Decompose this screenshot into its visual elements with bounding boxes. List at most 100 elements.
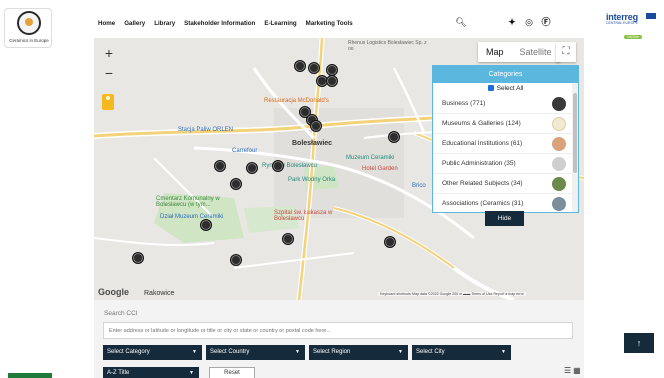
filter-row: Select Category ▼ Select Country ▼ Select … bbox=[103, 345, 511, 360]
poi-carrefour: Carrefour bbox=[232, 148, 258, 154]
category-label: Other Related Subjects (34) bbox=[442, 180, 523, 187]
poi-cemetery: Cmentarz Komunalny w Bolesławcu (w tym..… bbox=[156, 196, 220, 208]
zoom-out-button[interactable]: − bbox=[102, 66, 116, 80]
category-museums-icon bbox=[552, 117, 566, 131]
select-category-dropdown[interactable]: Select Category ▼ bbox=[103, 345, 202, 360]
nav-stakeholder-information[interactable]: Stakeholder Information bbox=[184, 20, 255, 27]
category-item-museums[interactable]: Museums & Galleries (124) bbox=[433, 114, 578, 134]
chevron-down-icon: ▼ bbox=[189, 370, 194, 376]
back-to-top-button[interactable]: ↑ bbox=[624, 333, 654, 353]
select-country-dropdown[interactable]: Select Country ▼ bbox=[206, 345, 305, 360]
category-item-other[interactable]: Other Related Subjects (34) bbox=[433, 174, 578, 194]
hide-categories-button[interactable]: Hide bbox=[485, 211, 524, 226]
category-item-public-admin[interactable]: Public Administration (35) bbox=[433, 154, 578, 174]
chevron-down-icon: ▼ bbox=[398, 349, 403, 355]
categories-scrollbar[interactable] bbox=[572, 83, 578, 212]
map-marker[interactable] bbox=[294, 60, 306, 72]
cookie-bar[interactable] bbox=[8, 373, 52, 378]
category-other-icon bbox=[552, 177, 566, 191]
interreg-badge: CerDee bbox=[624, 35, 643, 39]
map-marker[interactable] bbox=[272, 160, 284, 172]
map-marker[interactable] bbox=[384, 236, 396, 248]
nav-library[interactable]: Library bbox=[154, 20, 175, 27]
poi-museum2: Dział Muzeum Ceramiki bbox=[160, 214, 224, 220]
map-marker[interactable] bbox=[246, 162, 258, 174]
select-all-checkbox[interactable] bbox=[487, 84, 494, 91]
map-marker[interactable] bbox=[388, 131, 400, 143]
map-marker[interactable] bbox=[132, 252, 144, 264]
nav-gallery[interactable]: Gallery bbox=[124, 20, 145, 27]
select-all-label: Select All bbox=[496, 85, 524, 92]
arrow-up-icon: ↑ bbox=[636, 338, 642, 348]
map-type-control: Map Satellite bbox=[478, 42, 560, 62]
instagram-icon[interactable]: ◎ bbox=[523, 16, 535, 28]
category-item-business[interactable]: Business (771) bbox=[433, 94, 578, 114]
zoom-in-button[interactable]: + bbox=[102, 46, 116, 60]
poi-hotel: Hotel Garden bbox=[362, 166, 398, 172]
chevron-down-icon: ▼ bbox=[295, 349, 300, 355]
poi-museum: Muzeum Ceramiki bbox=[346, 155, 395, 161]
page: Ceramics in Europe Home Gallery Library … bbox=[0, 0, 664, 378]
category-associations-icon bbox=[552, 197, 566, 211]
select-city-dropdown[interactable]: Select City ▼ bbox=[412, 345, 511, 360]
search-label: Search CCI bbox=[104, 310, 138, 317]
map-marker[interactable] bbox=[308, 62, 320, 74]
eu-flag-icon bbox=[646, 13, 656, 19]
category-business-icon bbox=[552, 97, 566, 111]
poi-brico: Brico bbox=[412, 183, 426, 189]
search-icon[interactable]: 🔍︎ bbox=[455, 16, 467, 28]
search-input[interactable] bbox=[103, 322, 573, 339]
twitter-icon[interactable]: ✦ bbox=[506, 16, 518, 28]
poi-orlen: Stacja Paliw ORLEN bbox=[178, 127, 234, 133]
site-logo[interactable]: Ceramics in Europe bbox=[4, 8, 52, 48]
map-marker[interactable] bbox=[200, 219, 212, 231]
fullscreen-icon[interactable]: ⛶ bbox=[556, 42, 576, 62]
search-panel: Search CCI Select Category▼ Select Count… bbox=[94, 300, 584, 378]
street-view-pegman-icon[interactable] bbox=[102, 94, 114, 110]
map-type-map-button[interactable]: Map bbox=[478, 42, 512, 62]
map-marker[interactable] bbox=[310, 120, 322, 132]
scrollbar-thumb[interactable] bbox=[573, 93, 577, 173]
map-marker[interactable] bbox=[214, 160, 226, 172]
select-region-dropdown[interactable]: Select Region ▼ bbox=[309, 345, 408, 360]
category-label: Business (771) bbox=[442, 100, 486, 107]
map-marker[interactable] bbox=[282, 233, 294, 245]
zoom-controls: + − bbox=[102, 46, 116, 86]
categories-panel: Categories Select All Business (771) Mus… bbox=[432, 65, 579, 213]
main-nav: Home Gallery Library Stakeholder Informa… bbox=[98, 20, 353, 27]
category-public-admin-icon bbox=[552, 157, 566, 171]
category-label: Associations (Ceramics (31) bbox=[442, 200, 524, 207]
logo-text: Ceramics in Europe bbox=[9, 38, 49, 43]
nav-marketing-tools[interactable]: Marketing Tools bbox=[306, 20, 353, 27]
nav-e-learning[interactable]: E-Learning bbox=[264, 20, 296, 27]
select-all-row[interactable]: Select All bbox=[433, 83, 578, 94]
interreg-logo[interactable]: interreg CENTRAL EUROPE CerDee bbox=[606, 12, 656, 39]
facebook-icon[interactable]: Ⓕ bbox=[540, 16, 552, 28]
chevron-down-icon: ▼ bbox=[501, 349, 506, 355]
poi-logistics: Rhenus Logistics Bolesławiec Sp. z oo bbox=[348, 40, 427, 52]
map-marker[interactable] bbox=[230, 254, 242, 266]
map-marker[interactable] bbox=[326, 75, 338, 87]
categories-title: Categories bbox=[433, 66, 578, 83]
poi-rynek: Rynek w Bolesławcu bbox=[262, 163, 318, 169]
poi-mcdonalds: Restauracja McDonald's bbox=[264, 98, 329, 104]
reset-button[interactable]: Reset bbox=[209, 367, 255, 378]
sort-dropdown[interactable]: A-Z Title ▼ bbox=[103, 367, 199, 378]
grid-view-icon[interactable]: ▦ bbox=[573, 366, 583, 375]
poi-hospital: Szpital św. Łukasza w Bolesławcu bbox=[274, 210, 333, 222]
category-label: Museums & Galleries (124) bbox=[442, 120, 521, 127]
poi-park: Park Wodny Orka bbox=[288, 177, 336, 183]
map-type-satellite-button[interactable]: Satellite bbox=[512, 42, 560, 62]
map-attribution[interactable]: Keyboard shortcuts Map data ©2022 Google… bbox=[378, 292, 526, 296]
category-item-education[interactable]: Educational Institutions (61) bbox=[433, 134, 578, 154]
google-logo: Google bbox=[98, 287, 129, 297]
view-toggle: ☰▦ bbox=[564, 366, 583, 375]
category-label: Educational Institutions (61) bbox=[442, 140, 523, 147]
interreg-sub: CENTRAL EUROPE bbox=[606, 21, 638, 25]
category-label: Public Administration (35) bbox=[442, 160, 516, 167]
chevron-down-icon: ▼ bbox=[192, 349, 197, 355]
nav-home[interactable]: Home bbox=[98, 20, 115, 27]
list-view-icon[interactable]: ☰ bbox=[564, 366, 573, 375]
logo-mark-icon bbox=[17, 11, 41, 35]
map-marker[interactable] bbox=[230, 178, 242, 190]
